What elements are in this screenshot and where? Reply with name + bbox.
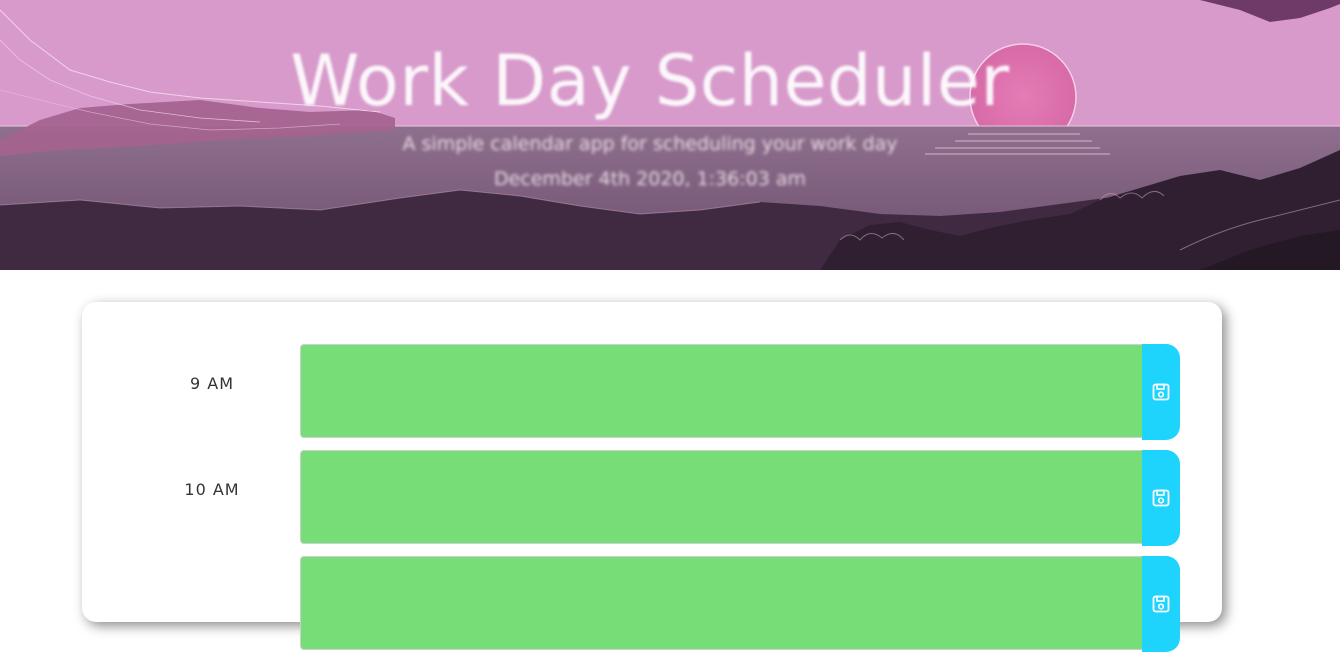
floppy-disk-icon xyxy=(1152,383,1170,401)
event-description-input[interactable] xyxy=(300,450,1142,544)
schedule-container: 9 AM 10 AM xyxy=(82,302,1222,652)
current-day: December 4th 2020, 1:36:03 am xyxy=(493,168,807,190)
time-block-row: 10 AM xyxy=(82,450,1222,546)
hour-label: 10 AM xyxy=(184,480,240,499)
event-description-input[interactable] xyxy=(300,556,1142,650)
save-button[interactable] xyxy=(1142,344,1180,440)
time-block-row: 9 AM xyxy=(82,344,1222,440)
time-block-row xyxy=(82,556,1222,652)
save-button[interactable] xyxy=(1142,556,1180,652)
event-description-input[interactable] xyxy=(300,344,1142,438)
hour-label: 9 AM xyxy=(189,374,234,393)
page-title: Work Day Scheduler xyxy=(290,40,1010,122)
lead-subtitle: A simple calendar app for scheduling you… xyxy=(402,133,898,155)
jumbotron-header: Work Day Scheduler A simple calendar app… xyxy=(0,0,1340,270)
floppy-disk-icon xyxy=(1152,489,1170,507)
floppy-disk-icon xyxy=(1152,595,1170,613)
save-button[interactable] xyxy=(1142,450,1180,546)
